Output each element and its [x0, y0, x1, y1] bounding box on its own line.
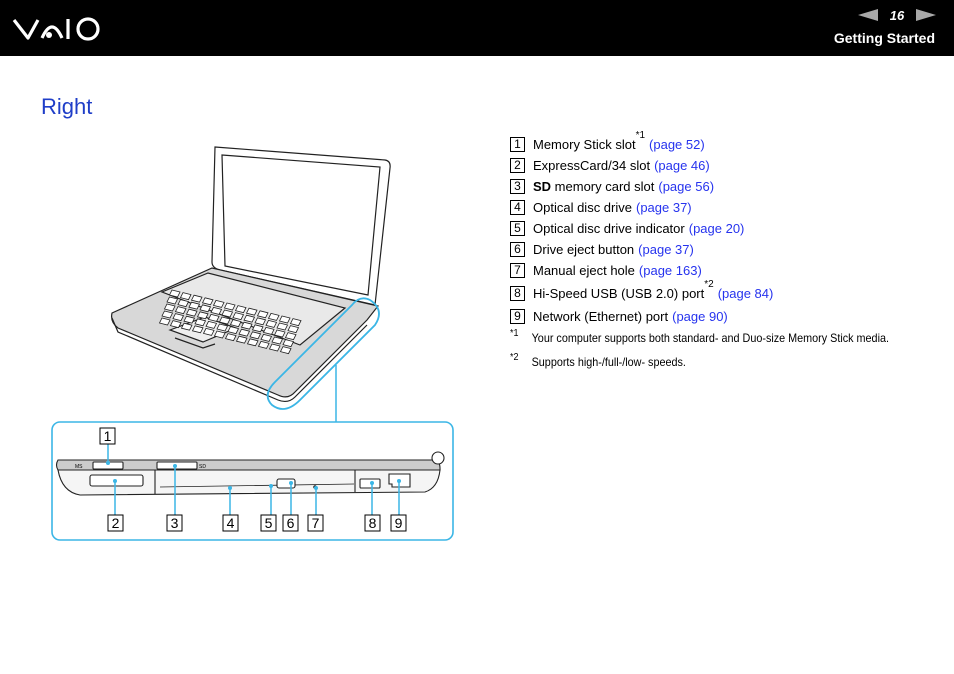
- callout-number: 2: [112, 515, 120, 531]
- list-item: 8 Hi-Speed USB (USB 2.0) port *2 (page 84…: [510, 280, 931, 308]
- callout-dot: [289, 481, 293, 485]
- item-text: Network (Ethernet) port: [533, 309, 669, 324]
- item-text: Optical disc drive indicator: [533, 221, 685, 236]
- footnote-text: Your computer supports both standard- an…: [531, 331, 889, 345]
- footnote-mark: *2: [510, 352, 519, 363]
- callout-number: 3: [171, 515, 179, 531]
- item-text: Drive eject button: [533, 242, 635, 257]
- list-item: 5 Optical disc drive indicator (page 20): [510, 220, 931, 241]
- item-text: Manual eject hole: [533, 263, 635, 278]
- footnote-mark: *1: [510, 328, 519, 339]
- section-title: Getting Started: [833, 30, 935, 46]
- list-item: 6 Drive eject button (page 37): [510, 241, 931, 262]
- next-page-arrow-icon[interactable]: [916, 9, 936, 21]
- footnote: *1 Your computer supports both standard-…: [510, 328, 889, 353]
- page-link[interactable]: (page 46): [654, 157, 710, 174]
- ms-port-label: MS: [75, 464, 83, 470]
- callout-dot: [370, 481, 374, 485]
- callout-number: 6: [510, 242, 525, 257]
- callout-dot: [113, 479, 117, 483]
- callout-dot: [269, 484, 273, 488]
- laptop-illustration: MS SD 1 2 3 4 5 6 7 8 9: [51, 146, 454, 541]
- laptop-drawing: [111, 146, 391, 403]
- callout-number: 6: [287, 515, 295, 531]
- callout-number: 7: [312, 515, 320, 531]
- prev-page-arrow-icon[interactable]: [858, 9, 878, 21]
- component-list: 1 Memory Stick slot *1 (page 52) 2 Expres…: [510, 131, 931, 377]
- footnote: *2 Supports high-/full-/low- speeds.: [510, 352, 889, 377]
- list-item: 3 SD memory card slot (page 56): [510, 178, 931, 199]
- callout-number: 4: [510, 200, 525, 215]
- page-link[interactable]: (page 56): [658, 178, 714, 195]
- callout-number: 1: [104, 428, 112, 444]
- callout-number: 8: [510, 286, 525, 301]
- item-text: memory card slot: [551, 179, 655, 194]
- page-number: 16: [889, 7, 905, 23]
- item-text: Optical disc drive: [533, 200, 632, 215]
- callout-number: 1: [510, 137, 525, 152]
- page-link[interactable]: (page 37): [636, 199, 692, 216]
- callout-number: 7: [510, 263, 525, 278]
- sd-port-label: SD: [199, 464, 206, 470]
- page-link[interactable]: (page 20): [689, 220, 745, 237]
- list-item: 1 Memory Stick slot *1 (page 52): [510, 131, 931, 157]
- page-link[interactable]: (page 90): [672, 308, 728, 325]
- list-item: 4 Optical disc drive (page 37): [510, 199, 931, 220]
- page-link[interactable]: (page 37): [638, 241, 694, 258]
- callout-dot: [314, 486, 318, 490]
- item-text: ExpressCard/34 slot: [533, 158, 651, 173]
- callout-dot: [397, 479, 401, 483]
- callout-number: 5: [510, 221, 525, 236]
- callout-number: 4: [227, 515, 235, 531]
- item-text: Memory Stick slot: [533, 137, 636, 152]
- item-text: Hi-Speed USB (USB 2.0) port: [533, 286, 705, 301]
- footnote-text: Supports high-/full-/low- speeds.: [531, 355, 686, 369]
- page-link[interactable]: (page 52): [649, 136, 705, 153]
- callout-number: 9: [395, 515, 403, 531]
- list-item: 9 Network (Ethernet) port (page 90): [510, 308, 931, 329]
- list-item: 7 Manual eject hole (page 163): [510, 262, 931, 283]
- callout-number: 3: [510, 179, 525, 194]
- callout-number: 5: [265, 515, 273, 531]
- page-link[interactable]: (page 163): [639, 262, 702, 279]
- callout-dot: [228, 486, 232, 490]
- callout-number: 2: [510, 158, 525, 173]
- page-navigation: 16: [858, 6, 936, 24]
- callout-number: 8: [369, 515, 377, 531]
- callout-dot: [106, 461, 110, 465]
- callout-dot: [173, 464, 177, 468]
- page-link[interactable]: (page 84): [718, 285, 774, 302]
- callout-number: 9: [510, 309, 525, 324]
- item-text-bold: SD: [533, 179, 552, 194]
- list-item: 2 ExpressCard/34 slot (page 46): [510, 157, 931, 178]
